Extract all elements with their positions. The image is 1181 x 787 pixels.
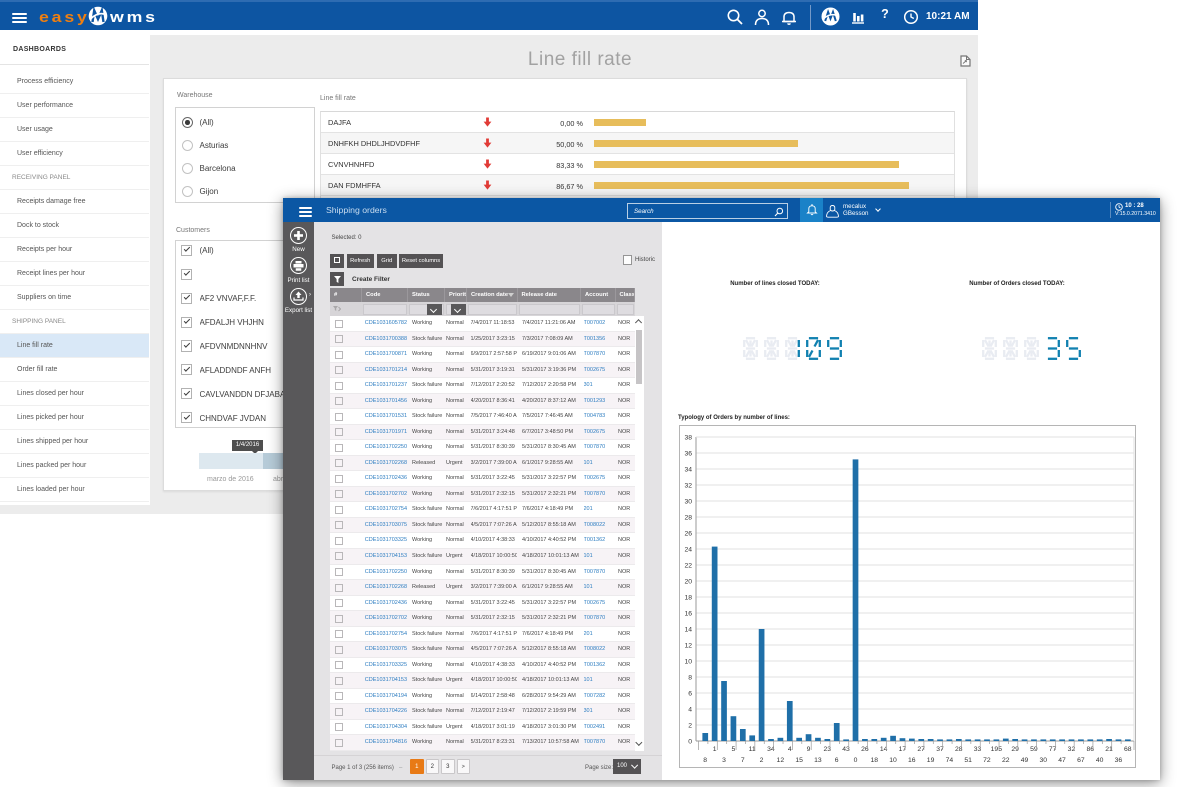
svg-text:2: 2	[688, 722, 692, 729]
svg-text:6: 6	[835, 757, 839, 764]
svg-text:16: 16	[684, 610, 692, 617]
svg-text:19: 19	[927, 757, 935, 764]
svg-text:40: 40	[1096, 757, 1104, 764]
svg-text:7: 7	[741, 757, 745, 764]
svg-text:22: 22	[684, 562, 692, 569]
svg-text:28: 28	[684, 514, 692, 521]
svg-text:22: 22	[1002, 757, 1010, 764]
svg-text:18: 18	[684, 594, 692, 601]
svg-text:8: 8	[703, 757, 707, 764]
svg-text:5: 5	[731, 746, 735, 753]
svg-text:34: 34	[684, 466, 692, 473]
svg-text:1: 1	[713, 746, 717, 753]
svg-text:8: 8	[688, 674, 692, 681]
svg-text:6: 6	[688, 690, 692, 697]
svg-text:13: 13	[814, 757, 822, 764]
svg-text:51: 51	[964, 757, 972, 764]
svg-text:49: 49	[1021, 757, 1029, 764]
svg-text:20: 20	[684, 578, 692, 585]
svg-text:32: 32	[684, 482, 692, 489]
svg-text:4: 4	[688, 706, 692, 713]
svg-text:47: 47	[1058, 757, 1066, 764]
svg-text:24: 24	[684, 546, 692, 553]
svg-text:195: 195	[991, 746, 1003, 753]
svg-text:9: 9	[807, 746, 811, 753]
svg-text:15: 15	[795, 757, 803, 764]
svg-text:30: 30	[1040, 757, 1048, 764]
svg-text:10: 10	[684, 658, 692, 665]
svg-text:10: 10	[889, 757, 897, 764]
svg-text:18: 18	[870, 757, 878, 764]
svg-text:72: 72	[983, 757, 991, 764]
svg-text:26: 26	[684, 530, 692, 537]
svg-text:36: 36	[684, 450, 692, 457]
svg-text:0: 0	[688, 738, 692, 745]
svg-text:68: 68	[1124, 746, 1132, 753]
svg-text:14: 14	[684, 626, 692, 633]
svg-text:74: 74	[946, 757, 954, 764]
svg-text:0: 0	[854, 757, 858, 764]
svg-text:30: 30	[684, 498, 692, 505]
svg-text:3: 3	[722, 757, 726, 764]
svg-text:12: 12	[684, 642, 692, 649]
svg-text:36: 36	[1115, 757, 1123, 764]
svg-text:2: 2	[760, 757, 764, 764]
svg-text:38: 38	[684, 434, 692, 441]
svg-text:4: 4	[788, 746, 792, 753]
svg-text:16: 16	[908, 757, 916, 764]
svg-text:67: 67	[1077, 757, 1085, 764]
svg-text:12: 12	[777, 757, 785, 764]
